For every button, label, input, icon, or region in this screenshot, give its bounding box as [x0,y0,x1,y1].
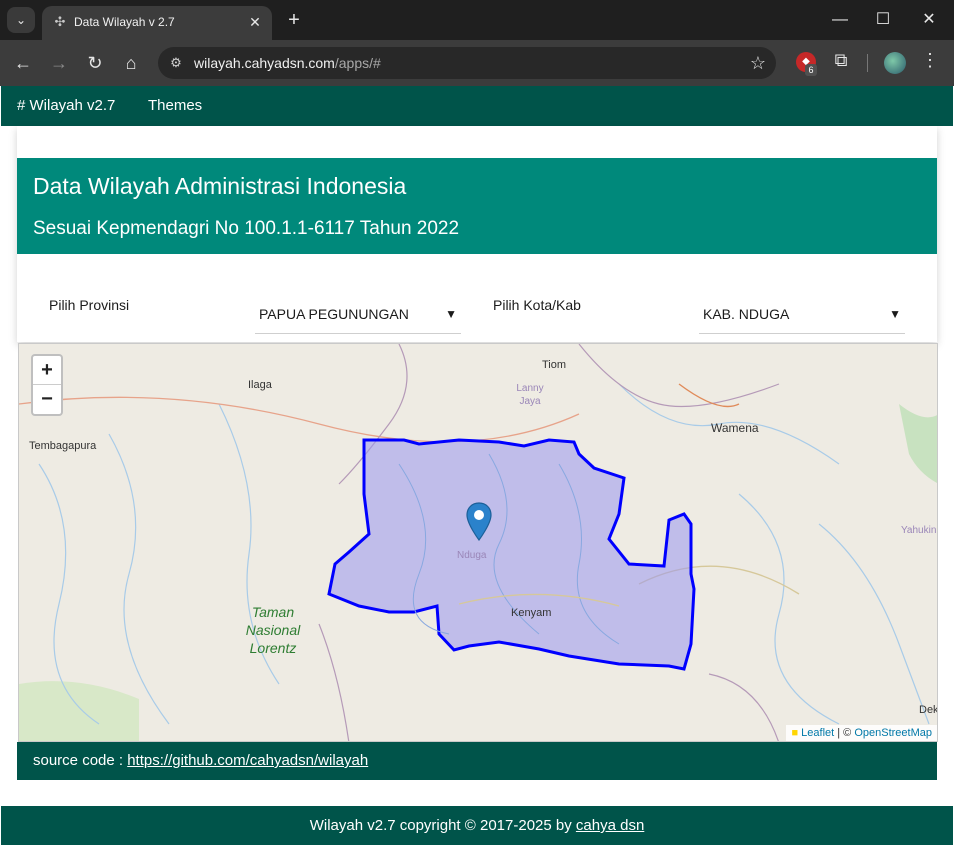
place-dek: Dek [919,704,938,716]
extension-badge-count: 6 [805,64,817,76]
city-select[interactable]: KAB. NDUGA ▼ [699,301,905,334]
chevron-down-icon: ▼ [889,307,901,321]
profile-avatar[interactable] [884,52,906,74]
address-bar[interactable]: ⚙ wilayah.cahyadsn.com/apps/# ☆ [158,47,776,79]
close-icon[interactable]: ✕ [246,13,264,31]
map-marker-icon[interactable] [466,502,492,542]
tab-search-button[interactable]: ⌄ [7,7,35,33]
forward-icon[interactable]: → [46,51,72,75]
leaflet-link[interactable]: ■ Leaflet [791,727,834,739]
bookmark-star-icon[interactable]: ☆ [750,52,766,74]
city-label: Pilih Kota/Kab [493,297,581,313]
header-banner: Data Wilayah Administrasi Indonesia Sesu… [17,158,937,254]
page-content: Data Wilayah Administrasi Indonesia Sesu… [1,126,953,845]
browser-tab[interactable]: ✣ Data Wilayah v 2.7 ✕ [42,6,272,40]
url-text[interactable]: wilayah.cahyadsn.com/apps/# [194,55,381,71]
site-info-icon[interactable]: ⚙ [166,53,186,73]
place-yahukimo: Yahukin [901,525,937,536]
new-tab-button[interactable]: + [283,8,305,32]
reload-icon[interactable]: ↻ [82,51,108,75]
map-view[interactable]: + − Ilaga Tiom Lanny Jaya Wamena Tembaga… [18,343,938,742]
filter-card: Data Wilayah Administrasi Indonesia Sesu… [17,126,937,342]
source-link[interactable]: https://github.com/cahyadsn/wilayah [127,752,368,769]
place-lanny-jaya: Lanny Jaya [516,383,544,407]
tab-title: Data Wilayah v 2.7 [74,15,175,29]
extensions-puzzle-icon[interactable]: ⧉ [830,50,852,71]
source-bar: source code : https://github.com/cahyads… [17,742,937,780]
minimize-icon[interactable]: — [825,8,855,32]
place-kenyam: Kenyam [511,607,552,619]
city-selected-value: KAB. NDUGA [703,306,790,322]
place-wamena: Wamena [711,421,759,435]
chevron-down-icon: ▼ [445,307,457,321]
footer-text: Wilayah v2.7 copyright © 2017-2025 by ca… [309,817,645,834]
tab-favicon-icon: ✣ [54,14,66,29]
page-title: Data Wilayah Administrasi Indonesia [33,173,407,199]
place-tiom: Tiom [542,359,567,371]
page-footer: Wilayah v2.7 copyright © 2017-2025 by ca… [1,806,953,845]
zoom-in-button[interactable]: + [33,356,61,385]
province-label: Pilih Provinsi [49,297,130,313]
place-nduga: Nduga [457,550,487,561]
window-close-icon[interactable]: ✕ [914,8,944,32]
home-icon[interactable]: ⌂ [118,51,144,75]
browser-tabstrip: ⌄ ✣ Data Wilayah v 2.7 ✕ + — ☐ ✕ [0,0,954,40]
zoom-control: + − [31,354,63,416]
ukraine-flag-icon: ■ [791,727,799,739]
back-icon[interactable]: ← [10,51,36,75]
province-selected-value: PAPUA PEGUNUNGAN [259,306,409,322]
menu-kebab-icon[interactable]: ⋮ [921,50,939,71]
place-ilaga: Ilaga [248,379,272,391]
author-link[interactable]: cahya dsn [576,817,644,834]
osm-link[interactable]: OpenStreetMap [854,727,932,739]
page-subtitle: Sesuai Kepmendagri No 100.1.1-6117 Tahun… [33,218,460,239]
place-tembagapura: Tembagapura [29,440,97,452]
maximize-icon[interactable]: ☐ [868,8,898,32]
toolbar-divider [867,54,868,72]
brand-link[interactable]: # Wilayah v2.7 [17,97,115,115]
source-label: source code : https://github.com/cahyads… [33,752,369,769]
site-navbar: # Wilayah v2.7 Themes [1,86,953,126]
park-label: Taman Nasional Lorentz [245,604,301,656]
map-tiles [19,344,937,741]
themes-menu[interactable]: Themes [148,97,202,115]
zoom-out-button[interactable]: − [33,385,61,414]
map-attribution: ■ Leaflet | © OpenStreetMap [786,725,937,741]
province-select[interactable]: PAPUA PEGUNUNGAN ▼ [255,301,461,334]
